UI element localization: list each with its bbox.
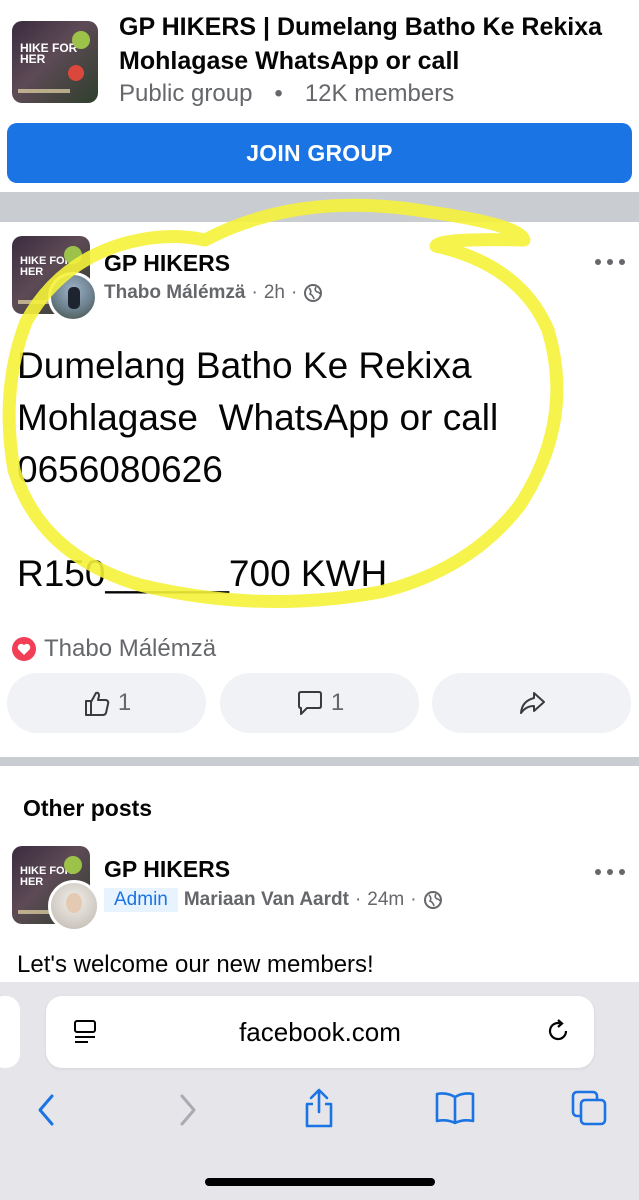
reactions-summary[interactable]: Thabo Málémzä — [12, 635, 216, 663]
post-text: Let's welcome our new members! — [17, 951, 374, 978]
address-bar[interactable]: facebook.com — [46, 996, 594, 1068]
url-text: facebook.com — [239, 1016, 401, 1047]
comment-count: 1 — [330, 689, 345, 716]
group-members-count[interactable]: 12K members — [305, 80, 454, 107]
post-meta: Thabo Málémzä · 2h · — [104, 280, 323, 306]
post-group-name[interactable]: GP HIKERS — [104, 856, 230, 883]
other-posts-section: Other posts HIKE FOR HER GP HIKERS Admin… — [0, 766, 639, 1000]
post-author[interactable]: Mariaan Van Aardt — [184, 889, 349, 911]
user-avatar[interactable] — [48, 272, 98, 322]
group-meta: Public group • 12K members — [119, 80, 455, 107]
section-divider — [0, 757, 639, 766]
other-posts-heading: Other posts — [23, 795, 153, 821]
back-icon[interactable] — [32, 1092, 62, 1128]
globe-icon — [304, 284, 323, 302]
post-group-name[interactable]: GP HIKERS — [104, 248, 230, 278]
group-title[interactable]: GP HIKERS | Dumelang Batho Ke Rekixa Moh… — [119, 10, 624, 78]
browser-toolbar: facebook.com — [0, 982, 639, 1200]
post-card: HIKE FOR HER GP HIKERS Thabo Málémzä · 2… — [0, 222, 639, 757]
post-meta: Admin Mariaan Van Aardt · 24m · — [104, 888, 443, 912]
comment-button[interactable]: 1 — [220, 673, 419, 733]
thumbs-up-icon — [84, 691, 110, 716]
like-button[interactable]: 1 — [7, 673, 206, 733]
post-more-options-button[interactable] — [595, 250, 625, 274]
group-privacy: Public group — [119, 80, 253, 107]
forward-icon[interactable] — [172, 1092, 202, 1128]
post-time[interactable]: 24m — [367, 889, 404, 911]
comment-icon — [297, 691, 322, 715]
group-header: HIKE FOR HER GP HIKERS | Dumelang Batho … — [0, 0, 639, 192]
previous-tab-card[interactable] — [0, 996, 20, 1068]
share-sheet-icon[interactable] — [301, 1086, 337, 1130]
post-more-options-button[interactable] — [595, 860, 625, 884]
post-avatar[interactable]: HIKE FOR HER — [12, 846, 100, 932]
admin-avatar[interactable] — [48, 880, 100, 932]
heart-reaction-icon — [12, 637, 36, 661]
post-author[interactable]: Thabo Málémzä — [104, 280, 245, 306]
share-icon — [519, 692, 545, 714]
reload-icon[interactable] — [544, 1017, 572, 1045]
share-button[interactable] — [432, 673, 631, 733]
like-count: 1 — [117, 689, 132, 716]
post-text: Dumelang Batho Ke Rekixa Mohlagase Whats… — [17, 345, 499, 594]
reaction-name: Thabo Málémzä — [44, 635, 217, 662]
group-cover-thumbnail[interactable]: HIKE FOR HER — [12, 21, 98, 103]
post-avatar[interactable]: HIKE FOR HER — [12, 236, 98, 322]
tabs-icon[interactable] — [569, 1088, 609, 1128]
section-divider — [0, 192, 639, 222]
post-time[interactable]: 2h — [264, 280, 285, 306]
admin-badge: Admin — [104, 888, 178, 912]
bookmarks-icon[interactable] — [434, 1090, 476, 1126]
join-group-button[interactable]: JOIN GROUP — [7, 123, 632, 183]
home-indicator — [205, 1178, 435, 1186]
globe-icon — [423, 891, 442, 909]
